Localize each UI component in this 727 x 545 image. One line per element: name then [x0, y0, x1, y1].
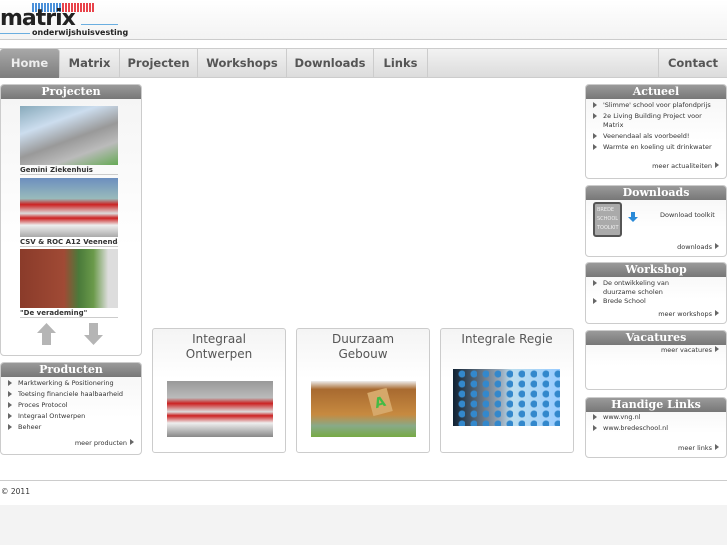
tab-matrix[interactable]: Matrix [60, 49, 120, 78]
card-image [311, 381, 416, 437]
actueel-title: Actueel [586, 85, 726, 99]
producten-title: Producten [1, 363, 141, 377]
workshop-title: Workshop [586, 263, 726, 277]
meer-workshops-link[interactable]: meer workshops [658, 310, 719, 318]
meer-links-link[interactable]: meer links [678, 444, 719, 452]
toolkit-label: BREDE [597, 207, 615, 213]
tab-links[interactable]: Links [374, 49, 428, 78]
card-image [167, 381, 273, 437]
project-caption[interactable]: CSV & ROC A12 Veenendaal [20, 238, 118, 247]
news-link[interactable]: 'Slimme' school voor plafondprijs [591, 101, 721, 110]
card-title: Integraal Ontwerpen [185, 332, 253, 361]
handige-links-title: Handige Links [586, 398, 726, 412]
tab-workshops[interactable]: Workshops [198, 49, 287, 78]
copyright: © 2011 [1, 487, 30, 496]
footer-band [0, 505, 727, 545]
footer-divider [0, 480, 727, 481]
product-link[interactable]: Proces Protocol [6, 401, 68, 410]
meer-vacatures-link[interactable]: meer vacatures [661, 346, 719, 354]
workshop-link[interactable]: De ontwikkeling van duurzame scholen [591, 279, 701, 297]
external-link[interactable]: www.bredeschool.nl [591, 424, 668, 433]
news-link[interactable]: 2e Living Building Project voor Matrix [591, 112, 721, 130]
tab-projecten[interactable]: Projecten [120, 49, 198, 78]
product-link[interactable]: Integraal Ontwerpen [6, 412, 85, 421]
news-link[interactable]: Veenendaal als voorbeeld! [591, 132, 721, 141]
projecten-title: Projecten [1, 85, 141, 99]
card-title: Integrale Regie [461, 332, 553, 346]
card-title: Duurzaam Gebouw [331, 332, 395, 361]
logo-line [0, 33, 30, 34]
product-link[interactable]: Toetsing financiele haalbaarheid [6, 390, 123, 399]
card-image-calculator [453, 369, 560, 426]
tab-contact[interactable]: Contact [658, 49, 727, 78]
toolkit-label: TOOLKIT [597, 225, 619, 231]
project-image-csv-roc[interactable] [20, 178, 118, 237]
external-link[interactable]: www.vng.nl [591, 413, 641, 422]
arrow-down-icon[interactable] [84, 323, 103, 345]
toolkit-label: SCHOOL [597, 216, 619, 222]
vacatures-title: Vacatures [586, 331, 726, 345]
tab-home[interactable]: Home [0, 49, 60, 78]
downloads-title: Downloads [586, 186, 726, 200]
logo-tagline: onderwijshuisvesting [32, 28, 129, 37]
download-arrow-icon [628, 212, 638, 222]
news-link[interactable]: Warmte en koeling uit drinkwater [591, 143, 725, 152]
arrow-up-icon[interactable] [37, 323, 56, 345]
product-link[interactable]: Marktwerking & Positionering [6, 379, 114, 388]
download-toolkit-link[interactable]: Download toolkit [660, 211, 715, 219]
workshop-link[interactable]: Brede School [591, 297, 646, 306]
project-caption[interactable]: Gemini Ziekenhuis [20, 166, 118, 175]
downloads-link[interactable]: downloads [677, 243, 719, 251]
meer-actualiteiten-link[interactable]: meer actualiteiten [652, 162, 719, 170]
logo-line [81, 24, 118, 25]
toolkit-thumbnail[interactable]: BREDE SCHOOL TOOLKIT [593, 202, 622, 237]
vacatures-box: Vacatures [585, 330, 727, 390]
product-link[interactable]: Beheer [6, 423, 41, 432]
project-image-verademing[interactable] [20, 249, 118, 308]
project-caption[interactable]: "De verademing" [20, 309, 118, 318]
meer-producten-link[interactable]: meer producten [75, 439, 134, 447]
logo[interactable]: matrix onderwijshuisvesting [0, 0, 128, 40]
tab-downloads[interactable]: Downloads [287, 49, 374, 78]
project-image-gemini[interactable] [20, 106, 118, 165]
main-nav: Home Matrix Projecten Workshops Download… [0, 48, 727, 78]
